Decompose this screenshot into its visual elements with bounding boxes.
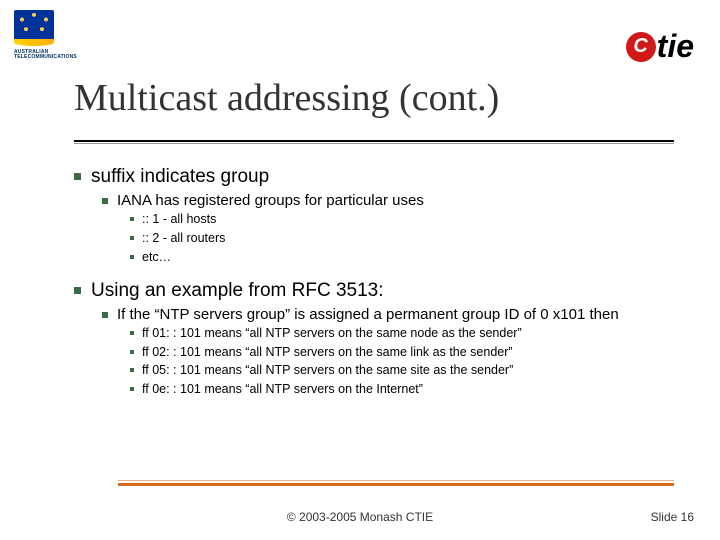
bullet-l2: IANA has registered groups for particula… xyxy=(102,192,686,209)
slide-body: suffix indicates group IANA has register… xyxy=(74,160,686,400)
slide: AUSTRALIAN TELECOMMUNICATIONS Ctie Multi… xyxy=(0,0,720,540)
logo-atc-text: AUSTRALIAN TELECOMMUNICATIONS xyxy=(14,50,72,60)
bullet-icon xyxy=(102,198,108,204)
bullet-text: ff 01: : 101 means “all NTP servers on t… xyxy=(142,325,522,342)
bullet-icon xyxy=(74,287,81,294)
bullet-l3: :: 1 - all hosts xyxy=(130,211,686,228)
footer-divider xyxy=(118,483,674,486)
bullet-text: ff 0e: : 101 means “all NTP servers on t… xyxy=(142,381,423,398)
ctie-tie-text: tie xyxy=(657,28,694,64)
bullet-text: :: 2 - all routers xyxy=(142,230,225,247)
bullet-icon xyxy=(130,368,134,372)
slide-number: Slide 16 xyxy=(651,510,694,524)
bullet-icon xyxy=(102,312,108,318)
bullet-text: IANA has registered groups for particula… xyxy=(117,192,424,209)
logo-ctie: Ctie xyxy=(626,26,694,65)
bullet-l1: Using an example from RFC 3513: xyxy=(74,280,686,302)
title-divider xyxy=(74,140,674,142)
bullet-l3: ff 01: : 101 means “all NTP servers on t… xyxy=(130,325,686,342)
bullet-l3: ff 0e: : 101 means “all NTP servers on t… xyxy=(130,381,686,398)
eu-stars-icon xyxy=(14,10,54,42)
bullet-text: :: 1 - all hosts xyxy=(142,211,216,228)
bullet-l2: If the “NTP servers group” is assigned a… xyxy=(102,306,686,323)
bullet-l3: ff 05: : 101 means “all NTP servers on t… xyxy=(130,362,686,379)
bullet-icon xyxy=(130,236,134,240)
bullet-icon xyxy=(130,255,134,259)
slide-title: Multicast addressing (cont.) xyxy=(74,76,499,120)
bullet-icon xyxy=(130,387,134,391)
bullet-text: etc… xyxy=(142,249,171,266)
bullet-icon xyxy=(74,173,81,180)
bullet-l3: etc… xyxy=(130,249,686,266)
logo-atc: AUSTRALIAN TELECOMMUNICATIONS xyxy=(14,10,72,72)
bullet-icon xyxy=(130,217,134,221)
bullet-icon xyxy=(130,350,134,354)
bullet-icon xyxy=(130,331,134,335)
bullet-l1: suffix indicates group xyxy=(74,166,686,188)
footer-copyright: © 2003-2005 Monash CTIE xyxy=(0,510,720,524)
bullet-l3: :: 2 - all routers xyxy=(130,230,686,247)
bullet-text: ff 02: : 101 means “all NTP servers on t… xyxy=(142,344,513,361)
bullet-text: If the “NTP servers group” is assigned a… xyxy=(117,306,619,323)
bullet-text: Using an example from RFC 3513: xyxy=(91,280,384,302)
ctie-c-badge-icon: C xyxy=(626,32,656,62)
bullet-text: suffix indicates group xyxy=(91,166,269,188)
bullet-text: ff 05: : 101 means “all NTP servers on t… xyxy=(142,362,513,379)
swoosh-icon xyxy=(14,39,54,46)
bullet-l3: ff 02: : 101 means “all NTP servers on t… xyxy=(130,344,686,361)
